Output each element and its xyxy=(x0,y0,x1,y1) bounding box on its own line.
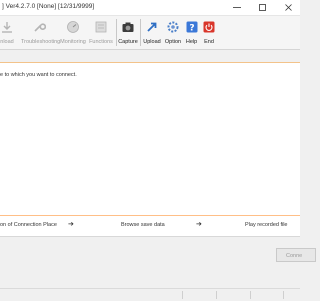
title-bar: ] Ver4.2.7.0 [None] [12/31/9999] xyxy=(0,0,300,16)
connect-button[interactable]: Conne xyxy=(276,248,316,262)
capture-button[interactable]: Capture xyxy=(117,16,139,49)
monitor-gauge-icon xyxy=(67,21,79,33)
browse-save-data-link[interactable]: Browse save data xyxy=(121,222,165,228)
maximize-button[interactable] xyxy=(252,0,274,15)
window-title: ] Ver4.2.7.0 [None] [12/31/9999] xyxy=(2,3,95,10)
help-label: Help xyxy=(185,39,198,45)
status-bar xyxy=(0,288,300,301)
arrow-right-icon: ➔ xyxy=(68,221,74,228)
close-button[interactable] xyxy=(278,0,300,15)
download-icon xyxy=(2,22,12,33)
status-bar-divider xyxy=(250,291,251,299)
wrench-icon xyxy=(34,23,46,32)
help-button[interactable]: ? Help xyxy=(183,16,200,49)
camera-icon xyxy=(122,22,134,32)
connection-place-link[interactable]: on of Connection Place xyxy=(0,222,57,228)
monitoring-button[interactable]: Monitoring xyxy=(57,16,89,49)
status-bar-divider xyxy=(216,291,217,299)
end-button[interactable]: End xyxy=(200,16,218,49)
end-label: End xyxy=(204,39,214,45)
minimize-button[interactable] xyxy=(226,0,248,15)
upload-button[interactable]: Upload xyxy=(141,16,163,49)
maximize-icon xyxy=(259,4,266,11)
help-icon: ? xyxy=(186,21,197,34)
functions-label: Functions xyxy=(89,39,113,45)
option-gear-icon xyxy=(167,21,179,33)
footer-divider xyxy=(0,236,300,237)
troubleshooting-label: Troubleshooting xyxy=(21,39,61,45)
capture-label: Capture xyxy=(118,39,138,45)
arrow-right-icon: ➔ xyxy=(196,221,202,228)
monitoring-label: Monitoring xyxy=(60,39,86,45)
navigation-bar: on of Connection Place ➔ Browse save dat… xyxy=(0,215,300,236)
play-recorded-file-link[interactable]: Play recorded file xyxy=(245,222,288,228)
power-icon xyxy=(203,21,215,33)
option-button[interactable]: Option xyxy=(163,16,183,49)
svg-text:?: ? xyxy=(189,24,194,34)
upload-icon xyxy=(147,22,157,32)
minimize-icon xyxy=(233,7,241,8)
troubleshooting-button[interactable]: Troubleshooting xyxy=(21,16,61,49)
connection-instruction: e to which you want to connect. xyxy=(0,72,77,78)
functions-button[interactable]: Functions xyxy=(88,16,114,49)
close-icon xyxy=(285,4,292,11)
status-bar-divider xyxy=(182,291,183,299)
functions-icon xyxy=(95,21,107,33)
toolbar: nload Troubleshooting Monitoring Functio… xyxy=(0,16,300,50)
option-label: Option xyxy=(164,39,182,45)
upload-label: Upload xyxy=(143,39,161,45)
main-panel: e to which you want to connect. xyxy=(0,63,300,215)
status-bar-divider xyxy=(283,291,284,299)
